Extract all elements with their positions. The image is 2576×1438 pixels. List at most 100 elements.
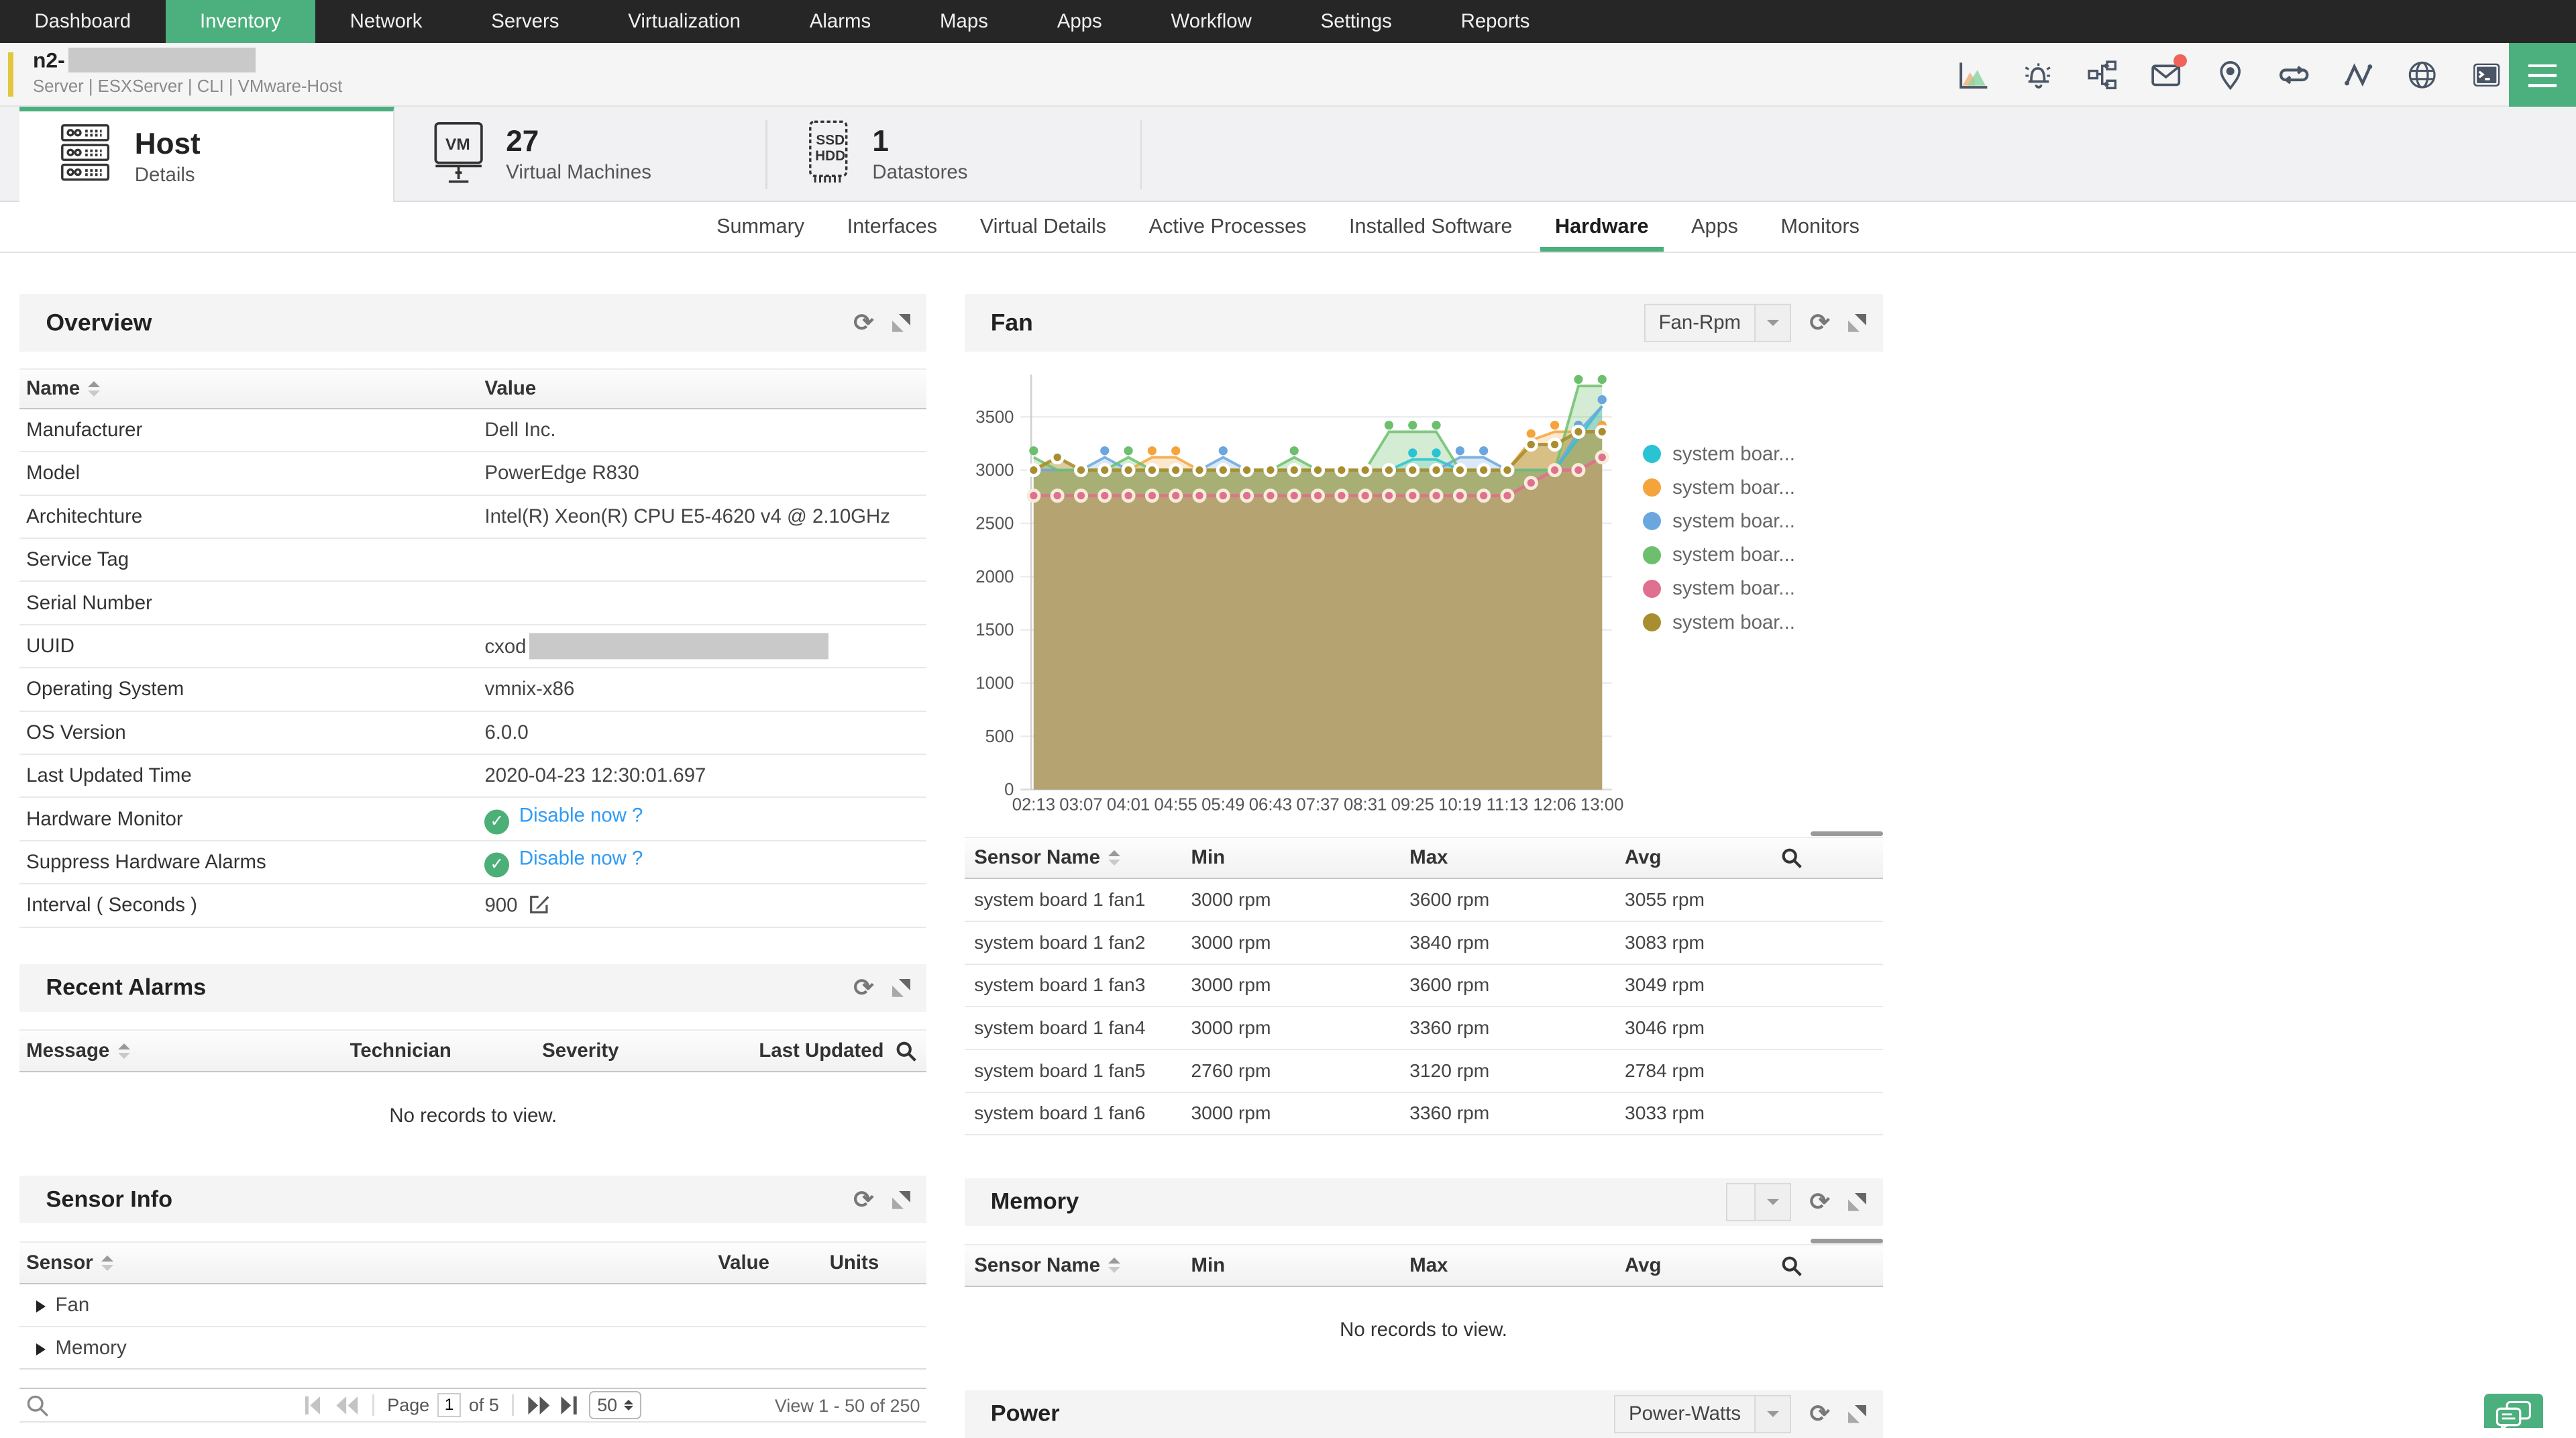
sync-loop-icon[interactable] — [2277, 58, 2311, 92]
memory-empty-message: No records to view. — [1340, 1318, 1507, 1341]
menu-button[interactable] — [2508, 42, 2576, 107]
disable-now-link[interactable]: Disable now ? — [519, 804, 643, 826]
feedback-chat-button[interactable] — [2483, 1393, 2544, 1430]
search-icon[interactable] — [1781, 848, 1803, 869]
refresh-icon[interactable]: ⟳ — [853, 1187, 874, 1212]
nav-item-alarms[interactable]: Alarms — [775, 0, 905, 43]
view-range-text: View 1 - 50 of 250 — [774, 1396, 920, 1417]
sensor-group-row-memory[interactable]: Memory — [19, 1327, 927, 1370]
legend-item-5[interactable]: system boar... — [1642, 572, 1795, 605]
nav-item-network[interactable]: Network — [315, 0, 457, 43]
memory-col-avg[interactable]: Avg — [1625, 1254, 1661, 1277]
subtab-hardware[interactable]: Hardware — [1540, 202, 1664, 252]
expand-icon[interactable] — [1848, 1192, 1867, 1211]
nav-item-virtualization[interactable]: Virtualization — [594, 0, 775, 43]
fan-col-sensor-name[interactable]: Sensor Name — [974, 846, 1121, 869]
memory-section-header: Memory ⟳ — [964, 1178, 1883, 1226]
overview-col-value[interactable]: Value — [484, 377, 536, 400]
expand-caret-icon[interactable] — [36, 1300, 46, 1313]
power-metric-dropdown[interactable]: Power-Watts — [1614, 1395, 1792, 1433]
tab-card-title: 27 — [506, 125, 539, 158]
alarms-col-technician[interactable]: Technician — [350, 1039, 451, 1062]
nav-item-servers[interactable]: Servers — [457, 0, 594, 43]
globe-icon[interactable] — [2405, 58, 2439, 92]
refresh-icon[interactable]: ⟳ — [1809, 1189, 1830, 1214]
memory-col-min[interactable]: Min — [1191, 1254, 1226, 1277]
terminal-icon[interactable] — [2469, 58, 2504, 92]
nav-item-reports[interactable]: Reports — [1426, 0, 1564, 43]
nav-item-dashboard[interactable]: Dashboard — [0, 0, 166, 43]
location-pin-icon[interactable] — [2213, 58, 2247, 92]
page-input[interactable] — [437, 1392, 461, 1418]
memory-col-sensor-name[interactable]: Sensor Name — [974, 1254, 1121, 1277]
legend-item-3[interactable]: system boar... — [1642, 505, 1795, 538]
expand-icon[interactable] — [892, 313, 910, 332]
workflow-icon[interactable] — [2085, 58, 2119, 92]
fan-col-max[interactable]: Max — [1409, 846, 1448, 869]
refresh-icon[interactable]: ⟳ — [853, 310, 874, 335]
last-page-button[interactable] — [559, 1396, 581, 1415]
fan-col-min[interactable]: Min — [1191, 846, 1226, 869]
search-icon[interactable] — [896, 1041, 917, 1062]
subtab-interfaces[interactable]: Interfaces — [833, 202, 952, 252]
mail-icon[interactable] — [2149, 54, 2187, 92]
nav-item-maps[interactable]: Maps — [906, 0, 1023, 43]
memory-metric-dropdown[interactable] — [1726, 1183, 1792, 1221]
fan-chart-legend: system boar... system boar... system boa… — [1642, 437, 1795, 639]
alarm-bell-icon[interactable] — [2021, 58, 2055, 92]
expand-icon[interactable] — [892, 1190, 910, 1209]
tab-card-virtual-machines[interactable]: VM 27 Virtual Machines — [394, 107, 767, 202]
power-metric-value: Power-Watts — [1615, 1396, 1754, 1432]
refresh-icon[interactable]: ⟳ — [853, 975, 874, 1000]
tab-card-host[interactable]: Host Details — [19, 107, 394, 203]
sensor-col-value[interactable]: Value — [718, 1251, 769, 1274]
legend-item-1[interactable]: system boar... — [1642, 437, 1795, 470]
page-size-select[interactable]: 50 — [589, 1391, 641, 1419]
overview-col-name[interactable]: Name — [26, 377, 101, 400]
first-page-button[interactable] — [305, 1396, 327, 1415]
mail-badge — [2174, 54, 2187, 68]
area-chart-icon[interactable] — [1957, 58, 1991, 92]
vm-monitor-icon: VM — [431, 117, 486, 193]
subtab-active-processes[interactable]: Active Processes — [1134, 202, 1322, 252]
search-icon[interactable] — [26, 1394, 49, 1417]
next-page-button[interactable] — [527, 1396, 551, 1415]
enabled-check-icon: ✓ — [484, 852, 510, 878]
fan-col-avg[interactable]: Avg — [1625, 846, 1661, 869]
refresh-icon[interactable]: ⟳ — [1809, 310, 1830, 335]
alarms-col-message[interactable]: Message — [26, 1039, 130, 1062]
sensor-col-sensor[interactable]: Sensor — [26, 1251, 113, 1274]
subtab-virtual-details[interactable]: Virtual Details — [965, 202, 1121, 252]
expand-icon[interactable] — [892, 978, 910, 997]
nav-item-workflow[interactable]: Workflow — [1136, 0, 1286, 43]
expand-icon[interactable] — [1848, 1404, 1867, 1423]
nav-item-inventory[interactable]: Inventory — [165, 0, 316, 43]
sensor-col-units[interactable]: Units — [830, 1251, 879, 1274]
legend-item-2[interactable]: system boar... — [1642, 471, 1795, 505]
alarms-col-last-updated[interactable]: Last Updated — [759, 1039, 883, 1062]
subtab-installed-software[interactable]: Installed Software — [1334, 202, 1527, 252]
edit-icon[interactable] — [529, 894, 550, 915]
subtab-apps[interactable]: Apps — [1676, 202, 1753, 252]
scrollbar-thumb[interactable] — [1810, 831, 1883, 837]
memory-col-max[interactable]: Max — [1409, 1254, 1448, 1277]
nav-item-settings[interactable]: Settings — [1286, 0, 1426, 43]
redacted-uuid — [529, 633, 829, 660]
pulse-icon[interactable] — [2341, 58, 2375, 92]
expand-caret-icon[interactable] — [36, 1343, 46, 1355]
prev-page-button[interactable] — [335, 1396, 360, 1415]
legend-item-4[interactable]: system boar... — [1642, 538, 1795, 572]
refresh-icon[interactable]: ⟳ — [1809, 1401, 1830, 1426]
scrollbar-thumb[interactable] — [1810, 1239, 1883, 1244]
expand-icon[interactable] — [1848, 313, 1867, 332]
tab-card-datastores[interactable]: SSD HDD 1 Datastores — [767, 107, 1142, 202]
nav-item-apps[interactable]: Apps — [1022, 0, 1136, 43]
subtab-summary[interactable]: Summary — [702, 202, 819, 252]
sensor-group-row-fan[interactable]: Fan — [19, 1284, 927, 1327]
alarms-col-severity[interactable]: Severity — [542, 1039, 619, 1062]
fan-metric-dropdown[interactable]: Fan-Rpm — [1644, 304, 1792, 342]
subtab-monitors[interactable]: Monitors — [1766, 202, 1874, 252]
disable-now-link[interactable]: Disable now ? — [519, 847, 643, 869]
legend-item-6[interactable]: system boar... — [1642, 605, 1795, 639]
search-icon[interactable] — [1781, 1255, 1803, 1277]
